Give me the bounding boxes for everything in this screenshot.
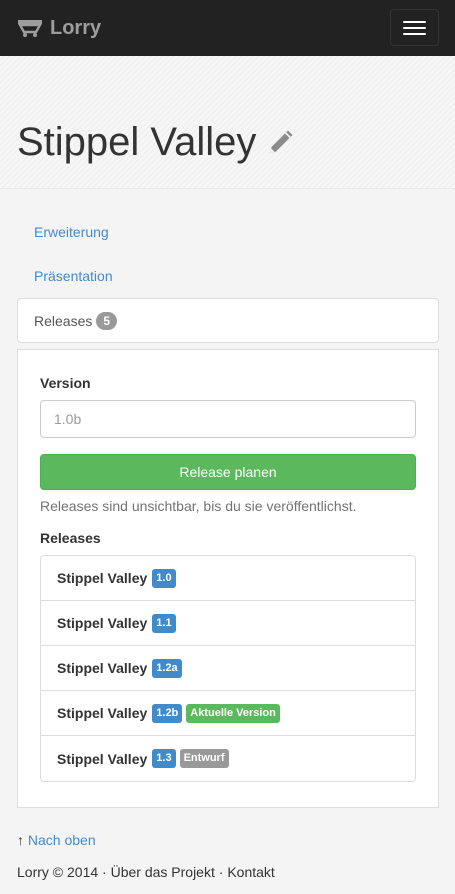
draft-badge: Entwurf bbox=[179, 749, 229, 768]
version-label: Version bbox=[40, 375, 91, 391]
release-item[interactable]: Stippel Valley 1.0 bbox=[41, 556, 415, 601]
tab-erweiterung[interactable]: Erweiterung bbox=[34, 224, 109, 240]
version-input[interactable] bbox=[40, 400, 416, 438]
releases-count-badge: 5 bbox=[96, 311, 118, 330]
version-label-badge: 1.3 bbox=[152, 749, 176, 768]
release-item[interactable]: Stippel Valley 1.2a bbox=[41, 646, 415, 691]
release-name: Stippel Valley bbox=[57, 570, 148, 586]
arrow-up-icon: ↑ bbox=[17, 832, 24, 848]
lorry-logo-icon bbox=[17, 20, 43, 37]
tab-praesentation[interactable]: Präsentation bbox=[34, 268, 113, 284]
footer-copyright: Lorry © 2014 bbox=[17, 864, 99, 880]
menu-toggle-button[interactable] bbox=[390, 9, 439, 46]
brand-link[interactable]: Lorry bbox=[17, 17, 101, 40]
page-header: Stippel Valley bbox=[0, 56, 455, 189]
version-label-badge: 1.2a bbox=[152, 658, 182, 678]
help-text: Releases sind unsichtbar, bis du sie ver… bbox=[40, 498, 357, 514]
current-version-badge: Aktuelle Version bbox=[186, 703, 280, 723]
version-label-badge: 1.1 bbox=[152, 613, 176, 633]
hamburger-menu-icon bbox=[403, 20, 426, 23]
back-to-top: ↑ Nach oben bbox=[17, 832, 96, 848]
footer: Lorry © 2014 · Über das Projekt · Kontak… bbox=[17, 864, 275, 880]
page-title: Stippel Valley bbox=[17, 120, 294, 165]
release-item[interactable]: Stippel Valley 1.2b Aktuelle Version bbox=[41, 691, 415, 736]
release-planen-button[interactable]: Release planen bbox=[40, 454, 416, 490]
release-name: Stippel Valley bbox=[57, 705, 148, 721]
release-item[interactable]: Stippel Valley 1.1 bbox=[41, 601, 415, 646]
releases-heading: Releases bbox=[40, 530, 101, 546]
tab-releases-label: Releases bbox=[34, 312, 93, 329]
version-label-badge: 1.2b bbox=[152, 703, 183, 723]
release-name: Stippel Valley bbox=[57, 660, 148, 676]
footer-separator: · bbox=[102, 864, 107, 880]
release-name: Stippel Valley bbox=[57, 615, 148, 631]
footer-contact-link[interactable]: Kontakt bbox=[227, 864, 274, 880]
footer-about-link[interactable]: Über das Projekt bbox=[111, 864, 215, 880]
releases-panel: Version Release planen Releases sind uns… bbox=[17, 349, 439, 808]
navbar: Lorry bbox=[0, 0, 455, 56]
footer-separator: · bbox=[218, 864, 224, 880]
tab-releases[interactable]: Releases 5 bbox=[17, 298, 439, 343]
brand-name: Lorry bbox=[50, 16, 102, 39]
back-to-top-link[interactable]: Nach oben bbox=[28, 832, 96, 848]
release-name: Stippel Valley bbox=[57, 750, 148, 767]
page-title-text: Stippel Valley bbox=[17, 120, 257, 164]
releases-list: Stippel Valley 1.0 Stippel Valley 1.1 St… bbox=[40, 555, 416, 782]
version-label-badge: 1.0 bbox=[152, 568, 176, 588]
release-item[interactable]: Stippel Valley 1.3 Entwurf bbox=[41, 736, 415, 781]
pencil-icon[interactable] bbox=[266, 129, 294, 157]
